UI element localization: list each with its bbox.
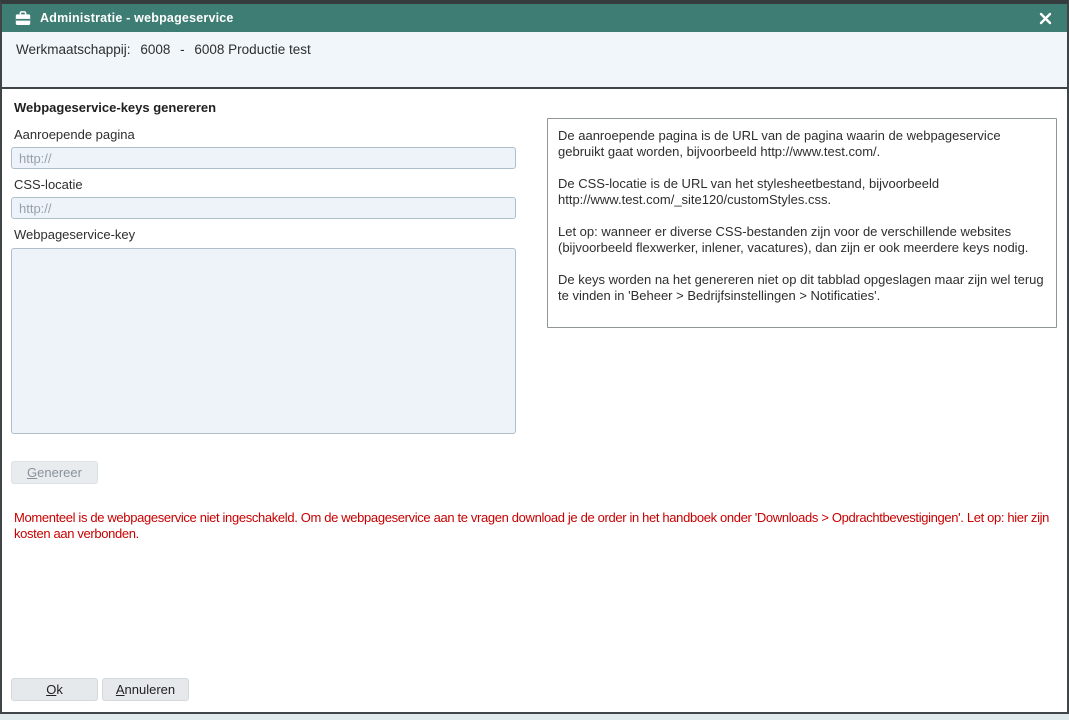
dialog-body: Webpageservice-keys genereren Aanroepend… xyxy=(2,89,1067,712)
generate-button[interactable]: Genereer xyxy=(11,461,98,484)
company-name: 6008 Productie test xyxy=(194,42,310,57)
dialog-title: Administratie - webpageservice xyxy=(40,11,234,25)
info-paragraph: De keys worden na het genereren niet op … xyxy=(558,272,1046,304)
close-icon[interactable] xyxy=(1035,8,1055,28)
dialog-titlebar: Administratie - webpageservice xyxy=(2,4,1067,32)
calling-page-label: Aanroepende pagina xyxy=(14,127,135,142)
company-separator: - xyxy=(180,42,185,57)
webpageservice-key-textarea[interactable] xyxy=(11,248,516,434)
toolbox-icon xyxy=(15,11,31,26)
calling-page-input[interactable] xyxy=(11,147,516,169)
webpageservice-key-label: Webpageservice-key xyxy=(14,227,135,242)
css-location-input[interactable] xyxy=(11,197,516,219)
info-box: De aanroepende pagina is de URL van de p… xyxy=(547,118,1057,328)
ok-button[interactable]: Ok xyxy=(11,678,98,701)
company-strip: Werkmaatschappij: 6008 - 6008 Productie … xyxy=(2,32,1067,89)
info-paragraph: De aanroepende pagina is de URL van de p… xyxy=(558,128,1046,160)
dialog-window: Administratie - webpageservice Werkmaats… xyxy=(0,0,1069,714)
info-paragraph: De CSS-locatie is de URL van het stylesh… xyxy=(558,176,1046,208)
warning-message: Momenteel is de webpageservice niet inge… xyxy=(14,510,1054,541)
company-code: 6008 xyxy=(140,42,170,57)
cancel-button[interactable]: Annuleren xyxy=(102,678,189,701)
section-title: Webpageservice-keys genereren xyxy=(14,100,216,115)
company-label: Werkmaatschappij: xyxy=(16,42,131,57)
css-location-label: CSS-locatie xyxy=(14,177,83,192)
info-paragraph: Let op: wanneer er diverse CSS-bestanden… xyxy=(558,224,1046,256)
